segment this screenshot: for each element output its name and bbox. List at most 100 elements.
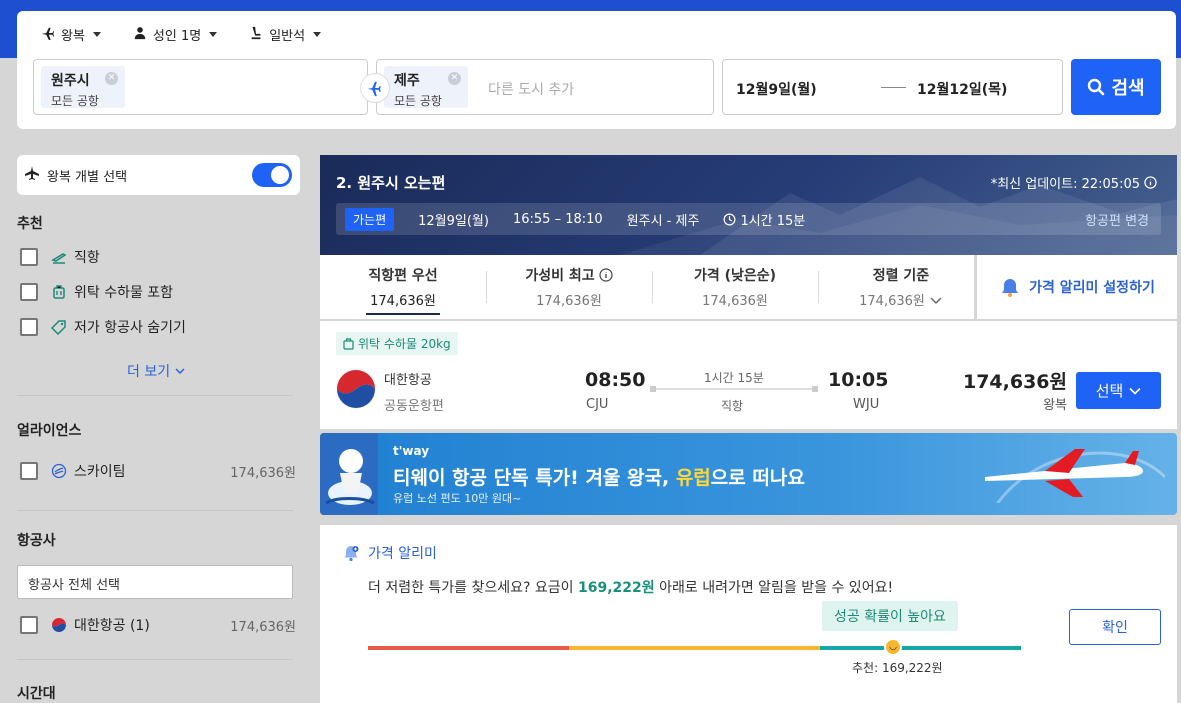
price-alert-title: 가격 알리미 [342,543,437,563]
divider [17,395,293,396]
confirm-button[interactable]: 확인 [1069,609,1161,645]
skyteam-icon [50,462,68,480]
sort-tab-price-text: 174,636원 [859,294,925,309]
sort-tab-best-value[interactable]: 가성비 최고 174,636원 [486,255,652,319]
airline-section-title: 항공사 [17,533,56,549]
remove-destination-icon[interactable]: ✕ [447,72,461,85]
skyteam-price: 174,636원 [230,465,296,481]
sort-tab-label: 가격 (낮은순) [693,268,777,284]
last-update-text: *최신 업데이트: 22:05:05 [990,177,1140,192]
ad-illustration [320,433,378,515]
origin-airports: 모든 공항 [51,94,99,108]
sort-tab-label: 정렬 기준 [872,268,930,284]
origin-field[interactable]: 원주시 모든 공항 ✕ [33,59,368,115]
checked-bag-checkbox[interactable] [20,283,38,301]
bell-plus-icon [344,546,359,562]
select-flight-button[interactable]: 선택 [1076,372,1161,409]
sort-tab-label-text: 가성비 최고 [525,268,595,284]
origin-city: 원주시 [51,73,90,89]
destination-field[interactable]: 제주 모든 공항 ✕ 다른 도시 추가 [376,59,714,115]
show-more-link[interactable]: 더 보기 [127,361,186,381]
hide-lcc-label: 저가 항공사 숨기기 [74,320,186,336]
plane-icon [367,81,381,97]
fare-type: 왕복 [1043,398,1067,413]
divider [17,510,293,511]
flight-result-card[interactable]: 위탁 수하물 20kg 대한항공 공동운항편 08:50 CJU 1시간 15분… [320,321,1177,429]
korean-air-logo-icon [50,616,68,634]
sort-bar: 직항편 우선 174,636원 가성비 최고 174,636원 가격 (낮은순)… [320,255,1177,319]
destination-chip[interactable]: 제주 모든 공항 ✕ [384,66,468,108]
search-button[interactable]: 검색 [1071,59,1161,115]
sort-tab-sort-by[interactable]: 정렬 기준 174,636원 [818,255,984,319]
fare-price: 174,636원 [962,371,1067,393]
filter-skyteam[interactable]: 스카이팀 174,636원 [20,461,296,481]
sort-tab-label: 직항편 우선 [368,268,438,284]
luggage-icon [50,283,68,301]
korean-air-logo-icon [336,369,376,409]
tway-ad-banner[interactable]: t'way 티웨이 항공 단독 특가! 겨울 왕국, 유럽으로 떠나요 유럽 노… [320,433,1177,515]
cabin-dropdown[interactable]: 일반석 [249,25,322,44]
korean-air-checkbox[interactable] [20,616,38,634]
sort-tab-lowest-price[interactable]: 가격 (낮은순) 174,636원 [652,255,818,319]
sort-tab-price: 174,636원 [859,290,943,309]
return-date[interactable]: 12월12일(목) [917,79,1007,99]
airline-name: 대한항공 [384,373,432,388]
ad-headline-highlight: 유럽 [675,467,711,489]
origin-chip[interactable]: 원주시 모든 공항 ✕ [41,66,125,108]
info-icon[interactable] [599,268,613,282]
add-city-input[interactable]: 다른 도시 추가 [488,79,574,99]
hide-lcc-checkbox[interactable] [20,318,38,336]
separate-roundtrip-toggle[interactable] [252,163,292,187]
swap-direction-button[interactable] [360,73,390,103]
bell-icon [1002,279,1019,297]
ad-headline: 티웨이 항공 단독 특가! 겨울 왕국, 유럽으로 떠나요 [393,463,805,490]
price-scale-teal [820,646,1021,650]
passengers-label: 성인 1명 [152,29,202,44]
plane-icon [41,26,55,44]
outbound-duration-text: 1시간 15분 [740,213,806,229]
skyteam-checkbox[interactable] [20,462,38,480]
clock-icon [723,213,736,225]
outbound-route: 원주시 - 제주 [626,213,700,229]
ad-character-icon [325,449,375,505]
trip-type-dropdown[interactable]: 왕복 [41,25,101,44]
chevron-down-icon [930,297,942,304]
arrive-airport-code: WJU [853,397,880,412]
depart-date[interactable]: 12월9일(월) [736,79,817,99]
filter-hide-lcc[interactable]: 저가 항공사 숨기기 [20,317,296,337]
outbound-date: 12월9일(월) [418,213,489,229]
change-flight-link[interactable]: 항공편 변경 [1085,210,1149,229]
destination-airports: 모든 공항 [394,94,442,108]
depart-airport-code: CJU [586,397,609,412]
date-field[interactable]: 12월9일(월) 12월12일(목) [722,59,1063,115]
separate-roundtrip-label: 왕복 개별 선택 [47,169,128,185]
sort-tab-price: 174,636원 [370,294,436,309]
info-icon[interactable] [1144,176,1157,189]
select-all-airlines[interactable]: 항공사 전체 선택 [17,565,293,599]
separate-roundtrip-row: 왕복 개별 선택 [17,155,300,195]
chevron-down-icon [92,32,101,37]
selected-outbound-strip: 가는편 12월9일(월) 16:55 – 18:10 원주시 - 제주 1시간 … [336,203,1161,235]
last-update: *최신 업데이트: 22:05:05 [991,173,1157,192]
ad-subtitle: 유럽 노선 편도 10만 원대~ [393,492,522,505]
filter-checked-bag[interactable]: 위탁 수하물 포함 [20,282,296,302]
page-title: 2. 원주시 오는편 [336,174,446,192]
direct-checkbox[interactable] [20,248,38,266]
passengers-dropdown[interactable]: 성인 1명 [133,25,218,44]
filter-korean-air[interactable]: 대한항공 (1) 174,636원 [20,615,296,635]
korean-air-price: 174,636원 [230,619,296,635]
date-separator [881,87,906,88]
price-slider-handle[interactable]: ◡ [884,638,902,656]
price-alert-button[interactable]: 가격 알리미 설정하기 [974,255,1177,319]
chevron-down-icon [1129,387,1141,395]
sort-tab-direct-first[interactable]: 직항편 우선 174,636원 [320,255,486,319]
tway-logo-text: t'way [393,444,430,458]
return-flight-header: 2. 원주시 오는편 *최신 업데이트: 22:05:05 가는편 12월9일(… [320,155,1177,255]
ad-headline-pre: 티웨이 항공 단독 특가! 겨울 왕국, [393,467,676,489]
remove-origin-icon[interactable]: ✕ [104,72,118,85]
tag-icon [50,318,68,336]
trip-type-label: 왕복 [61,29,85,44]
chevron-down-icon [175,368,185,375]
filter-direct[interactable]: 직항 [20,247,296,267]
ad-headline-post: 으로 떠나요 [710,467,805,489]
